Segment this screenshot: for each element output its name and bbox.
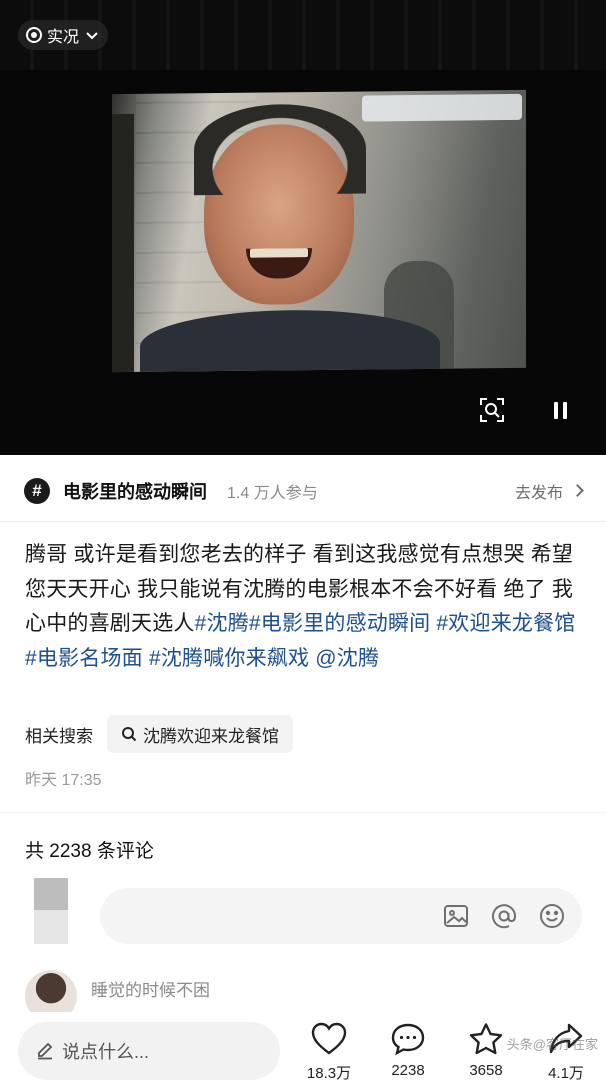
hashtag-link[interactable]: #沈腾 [195, 612, 249, 635]
hashtag-link[interactable]: #电影里的感动瞬间 [249, 612, 430, 635]
mention-link[interactable]: @沈腾 [315, 647, 379, 670]
live-label: 实况 [47, 29, 80, 46]
chevron-down-icon [86, 28, 98, 43]
pencil-icon [38, 1042, 53, 1060]
search-icon [122, 727, 137, 742]
like-count: 18.3万 [306, 1065, 352, 1080]
live-photo-toggle[interactable]: 实况 [18, 20, 109, 50]
live-photo-icon [26, 27, 42, 43]
divider [0, 812, 606, 813]
topic-title[interactable]: 电影里的感动瞬间 [63, 478, 207, 504]
say-something-input[interactable]: 说点什么... [18, 1022, 280, 1080]
post-timestamp: 昨天 17:35 [25, 772, 102, 789]
share-count: 4.1万 [548, 1065, 584, 1080]
pause-icon[interactable] [548, 398, 572, 422]
star-icon [458, 1020, 514, 1058]
publish-label: 去发布 [514, 484, 563, 502]
hashtag-link[interactable]: #欢迎来龙餐馆 [436, 612, 575, 635]
comment-button[interactable]: 2238 [380, 1020, 436, 1079]
publish-button[interactable]: 去发布 [514, 479, 584, 503]
post-caption: 腾哥 或许是看到您老去的样子 看到这我感觉有点想哭 希望您天天开心 我只能说有沈… [25, 538, 581, 676]
emoji-icon[interactable] [538, 902, 566, 930]
comment-input-field[interactable] [100, 888, 582, 944]
video-frame-image [112, 89, 526, 373]
comment-bubble-icon [380, 1020, 436, 1058]
related-search-chip-label: 沈腾欢迎来龙餐馆 [143, 726, 279, 746]
hashtag-link[interactable]: #电影名场面 [25, 647, 143, 670]
hashtag-icon: # [24, 477, 50, 504]
image-icon[interactable] [442, 902, 470, 930]
heart-icon [301, 1020, 357, 1058]
scan-icon[interactable] [478, 396, 506, 424]
at-mention-icon[interactable] [490, 902, 518, 930]
say-something-placeholder: 说点什么... [62, 1042, 150, 1062]
commenter-name[interactable]: 睡觉的时候不困 [91, 976, 210, 1001]
related-search-label: 相关搜索 [25, 726, 93, 746]
comment-count-heading: 共 2238 条评论 [25, 841, 154, 862]
avatar [34, 878, 68, 944]
related-search-chip[interactable]: 沈腾欢迎来龙餐馆 [107, 715, 293, 753]
like-button[interactable]: 18.3万 [301, 1020, 357, 1080]
related-search: 相关搜索 沈腾欢迎来龙餐馆 [25, 714, 293, 754]
video-player[interactable]: 实况 [0, 0, 606, 455]
topic-bar[interactable]: # 电影里的感动瞬间 1.4 万人参与 去发布 [0, 460, 606, 522]
hashtag-link[interactable]: #沈腾喊你来飙戏 [149, 647, 309, 670]
favorite-button[interactable]: 3658 [458, 1020, 514, 1079]
watermark: 头条@客厅在家 [506, 1037, 598, 1052]
favorite-count: 3658 [469, 1062, 503, 1079]
comment-total: 2238 [391, 1062, 425, 1079]
topic-participants: 1.4 万人参与 [227, 484, 318, 502]
chevron-right-icon [571, 484, 584, 497]
